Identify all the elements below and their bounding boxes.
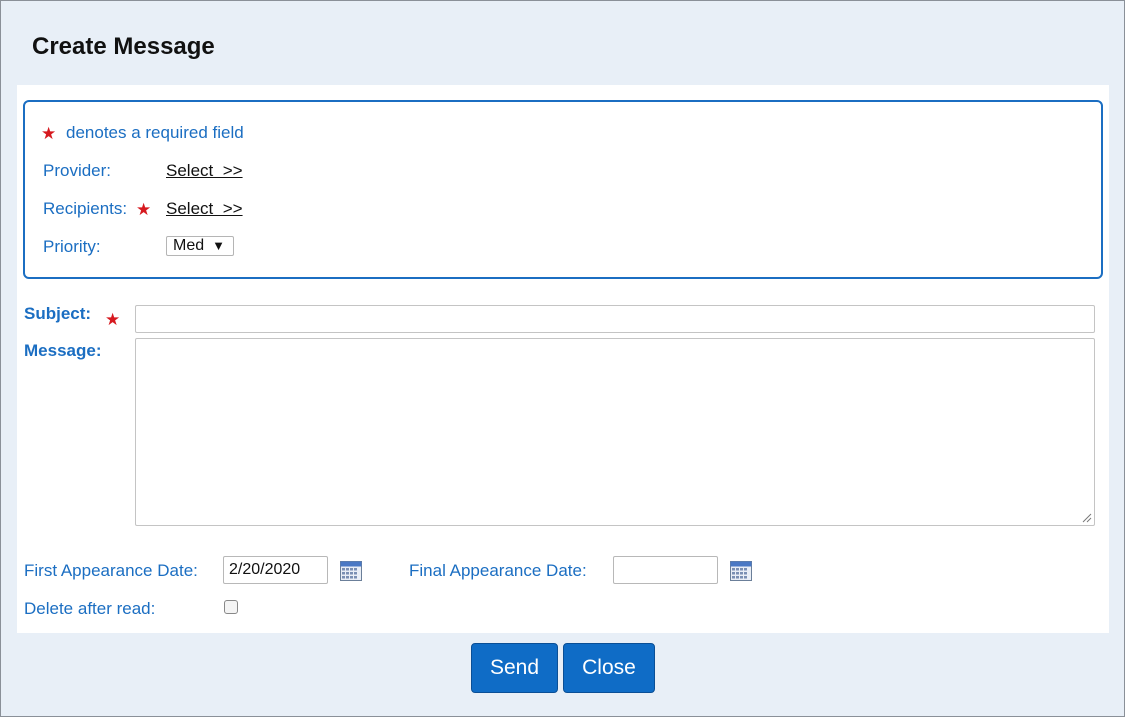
final-appearance-label: Final Appearance Date: [409, 561, 587, 580]
recipients-label: Recipients: [43, 199, 128, 218]
first-appearance-date-input[interactable]: 2/20/2020 [223, 556, 328, 584]
subject-label: Subject: [24, 304, 92, 323]
required-note: denotes a required field [66, 123, 244, 142]
delete-after-read-label: Delete after read: [24, 599, 156, 618]
calendar-icon[interactable] [730, 561, 752, 581]
recipients-select-link[interactable]: Select >> [166, 199, 243, 219]
priority-label: Priority: [43, 237, 101, 256]
message-textarea[interactable] [135, 338, 1095, 526]
close-button[interactable]: Close [563, 643, 655, 693]
create-message-dialog: Create Message ★ denotes a required fiel… [0, 0, 1125, 717]
priority-select[interactable]: Med ▼ [166, 236, 234, 256]
message-label: Message: [24, 341, 102, 360]
send-button[interactable]: Send [471, 643, 558, 693]
subject-input[interactable] [135, 305, 1095, 333]
provider-select-link[interactable]: Select >> [166, 161, 243, 181]
dialog-title: Create Message [32, 33, 215, 60]
chevron-down-icon: ▼ [212, 238, 225, 253]
subject-required-star-icon: ★ [105, 310, 121, 329]
calendar-icon[interactable] [340, 561, 362, 581]
required-star-icon: ★ [41, 124, 57, 143]
first-appearance-label: First Appearance Date: [24, 561, 198, 580]
resize-handle-icon[interactable] [1082, 513, 1092, 523]
required-fields-box: ★ denotes a required field Provider: Sel… [23, 100, 1103, 279]
final-appearance-date-input[interactable] [613, 556, 718, 584]
recipients-required-star-icon: ★ [136, 200, 152, 219]
provider-label: Provider: [43, 161, 112, 180]
priority-value: Med [173, 237, 205, 254]
delete-after-read-checkbox[interactable] [224, 600, 238, 614]
dialog-content: ★ denotes a required field Provider: Sel… [17, 85, 1109, 633]
